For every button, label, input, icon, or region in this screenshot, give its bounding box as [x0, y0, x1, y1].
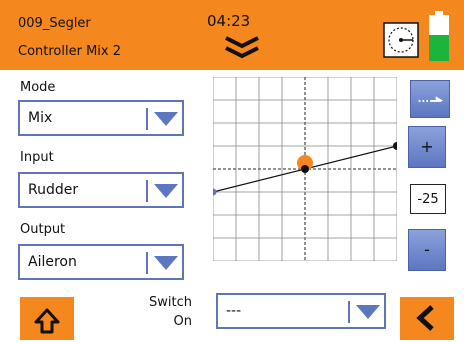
- back-arrow-icon: [416, 305, 434, 331]
- mix-curve-graph[interactable]: [213, 77, 397, 261]
- double-chevron-down-icon[interactable]: [224, 34, 260, 62]
- output-dropdown[interactable]: Aileron: [18, 244, 184, 280]
- decrease-button[interactable]: -: [408, 229, 446, 271]
- curve-point-start[interactable]: [213, 188, 217, 196]
- clock: 04:23: [207, 12, 251, 30]
- value-display: -25: [410, 184, 446, 214]
- output-value: Aileron: [28, 254, 77, 270]
- output-label: Output: [20, 222, 66, 237]
- triangle-down-icon[interactable]: [356, 305, 380, 319]
- dropdown-separator: [146, 108, 148, 130]
- triangle-down-icon[interactable]: [154, 112, 178, 126]
- curve-point-end[interactable]: [393, 142, 397, 150]
- switch-label-line2: On: [173, 314, 192, 329]
- switch-label: Switch On: [148, 293, 192, 331]
- mode-toggle-button[interactable]: [410, 80, 450, 118]
- dropdown-separator: [146, 180, 148, 202]
- dropdown-separator: [146, 252, 148, 274]
- telemetry-icon[interactable]: [383, 22, 419, 58]
- screen-title: Controller Mix 2: [18, 44, 122, 59]
- triangle-down-icon[interactable]: [154, 184, 178, 198]
- input-label: Input: [20, 150, 54, 165]
- home-button[interactable]: [20, 297, 74, 340]
- battery-icon: [429, 11, 449, 61]
- back-button[interactable]: [400, 297, 454, 340]
- model-name: 009_Segler: [18, 16, 91, 31]
- airplane-icon: [418, 96, 444, 102]
- increase-button[interactable]: +: [408, 126, 446, 168]
- home-icon: [34, 308, 60, 334]
- dropdown-separator: [348, 301, 350, 323]
- current-position-dot: [301, 165, 309, 173]
- switch-dropdown[interactable]: ---: [216, 293, 386, 329]
- input-value: Rudder: [28, 182, 79, 198]
- switch-value: ---: [226, 303, 242, 319]
- mode-label: Mode: [20, 80, 56, 95]
- switch-label-line1: Switch: [149, 295, 192, 310]
- input-dropdown[interactable]: Rudder: [18, 172, 184, 208]
- mode-value: Mix: [28, 110, 53, 126]
- mode-dropdown[interactable]: Mix: [18, 100, 184, 136]
- triangle-down-icon[interactable]: [154, 256, 178, 270]
